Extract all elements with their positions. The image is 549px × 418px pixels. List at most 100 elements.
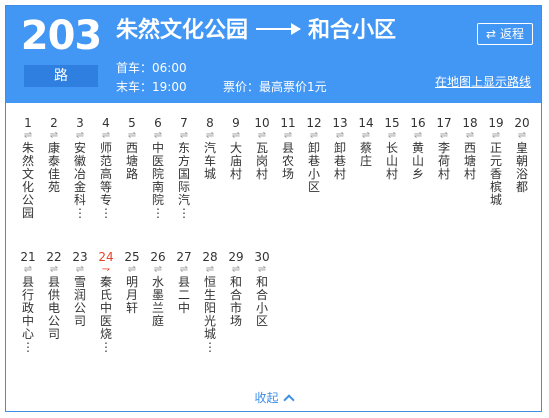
stop-name: 蔡庄 bbox=[359, 141, 372, 168]
stop-index: 7 bbox=[180, 116, 188, 130]
stop-name: 皇朝浴都 bbox=[515, 141, 528, 194]
stop-name: 李荷村 bbox=[437, 141, 450, 181]
bus-stop[interactable]: 19 ⇌ 正元香槟城 bbox=[483, 116, 509, 207]
stop-name: 汽车城 bbox=[203, 141, 216, 181]
bus-stop[interactable]: 30 ⇌ 和合小区 bbox=[249, 250, 275, 328]
stop-index: 29 bbox=[228, 250, 244, 264]
stop-index: 17 bbox=[436, 116, 452, 130]
bus-stop[interactable]: 23 ⇌ 雪润公司 bbox=[67, 250, 93, 328]
stop-name: 瓦岗村 bbox=[255, 141, 268, 181]
stop-index: 1 bbox=[24, 116, 32, 130]
bus-stop[interactable]: 10 ⇌ 瓦岗村 bbox=[249, 116, 275, 181]
return-trip-button[interactable]: ⇄ 返程 bbox=[477, 23, 533, 45]
stop-index: 27 bbox=[176, 250, 192, 264]
bus-stop[interactable]: 21 ⇌ 县行政中心 ⋮ bbox=[15, 250, 41, 354]
stop-index: 10 bbox=[254, 116, 270, 130]
bus-stop[interactable]: 29 ⇌ 和合市场 bbox=[223, 250, 249, 328]
stop-index: 13 bbox=[332, 116, 348, 130]
stop-index: 21 bbox=[20, 250, 36, 264]
stop-name: 卸巷村 bbox=[333, 141, 346, 181]
stop-name: 长山村 bbox=[385, 141, 398, 181]
stop-name: 明月轩 bbox=[125, 275, 138, 315]
stop-name: 朱然文化公园 bbox=[21, 141, 34, 220]
bus-stop[interactable]: 1 ⇌ 朱然文化公园 bbox=[15, 116, 41, 220]
stop-index: 14 bbox=[358, 116, 374, 130]
first-bus-time: 首车：06:00 bbox=[116, 61, 187, 75]
stop-index: 20 bbox=[514, 116, 530, 130]
bus-stop[interactable]: 27 ⇌ 县二中 bbox=[171, 250, 197, 315]
route-number: 203 bbox=[20, 13, 103, 59]
stop-index: 4 bbox=[102, 116, 110, 130]
bus-stop[interactable]: 13 ⇌ 卸巷村 bbox=[327, 116, 353, 181]
bus-stop[interactable]: 28 ⇌ 恒生阳光城 ⋮ bbox=[197, 250, 223, 354]
stop-index: 23 bbox=[72, 250, 88, 264]
bus-stop[interactable]: 12 ⇌ 卸巷小区 bbox=[301, 116, 327, 194]
bus-stop[interactable]: 14 ⇌ 蔡庄 bbox=[353, 116, 379, 168]
stop-name: 和合小区 bbox=[255, 275, 268, 328]
return-trip-label: 返程 bbox=[499, 27, 524, 41]
stop-name: 县行政中心 ⋮ bbox=[21, 275, 34, 354]
stop-name: 正元香槟城 bbox=[489, 141, 502, 207]
bus-stop[interactable]: 4 ⇌ 师范高等专 ⋮ bbox=[93, 116, 119, 220]
stop-index: 18 bbox=[462, 116, 478, 130]
bus-stop[interactable]: 22 ⇌ 县供电公司 bbox=[41, 250, 67, 341]
bus-stop[interactable]: 26 ⇌ 水墨兰庭 bbox=[145, 250, 171, 328]
route-header: 203 路 朱然文化公园 和合小区 ⇄ 返程 首车：06:00 末车：19:00 … bbox=[6, 6, 541, 103]
route-destination: 和合小区 bbox=[308, 18, 397, 43]
collapse-label: 收起 bbox=[254, 391, 279, 405]
bus-stop[interactable]: 5 ⇌ 西塘路 bbox=[119, 116, 145, 181]
stop-name: 师范高等专 ⋮ bbox=[99, 141, 112, 220]
route-unit-badge: 路 bbox=[24, 65, 98, 87]
stop-index: 25 bbox=[124, 250, 140, 264]
stop-index: 28 bbox=[202, 250, 218, 264]
stop-index: 26 bbox=[150, 250, 166, 264]
stop-name: 县二中 bbox=[177, 275, 190, 315]
bus-stop[interactable]: 11 ⇌ 县农场 bbox=[275, 116, 301, 181]
bus-stop[interactable]: 9 ⇌ 大庙村 bbox=[223, 116, 249, 181]
stop-index: 8 bbox=[206, 116, 214, 130]
stop-index: 6 bbox=[154, 116, 162, 130]
route-title: 朱然文化公园 和合小区 bbox=[116, 16, 396, 46]
bus-stop[interactable]: 17 ⇌ 李荷村 bbox=[431, 116, 457, 181]
bus-stop[interactable]: 2 ⇌ 康泰佳苑 bbox=[41, 116, 67, 194]
fare-info: 票价：最高票价1元 bbox=[223, 80, 327, 94]
stop-name: 康泰佳苑 bbox=[47, 141, 60, 194]
stop-name: 黄山乡 bbox=[411, 141, 424, 181]
stop-index: 22 bbox=[46, 250, 62, 264]
bus-stop[interactable]: 25 ⇌ 明月轩 bbox=[119, 250, 145, 315]
stop-name: 大庙村 bbox=[229, 141, 242, 181]
bus-stop[interactable]: 7 ⇌ 东方国际汽 ⋮ bbox=[171, 116, 197, 220]
stop-name: 西塘村 bbox=[463, 141, 476, 181]
stop-name: 西塘路 bbox=[125, 141, 138, 181]
collapse-button[interactable]: 收起 bbox=[6, 389, 541, 406]
bus-stop[interactable]: 3 ⇌ 安徽冶金科 ⋮ bbox=[67, 116, 93, 220]
bus-stop[interactable]: 16 ⇌ 黄山乡 bbox=[405, 116, 431, 181]
show-route-on-map-link[interactable]: 在地图上显示路线 bbox=[435, 74, 531, 90]
bus-stop[interactable]: 15 ⇌ 长山村 bbox=[379, 116, 405, 181]
stop-name: 安徽冶金科 ⋮ bbox=[73, 141, 86, 220]
stop-index: 11 bbox=[280, 116, 296, 130]
bus-stop[interactable]: 8 ⇌ 汽车城 bbox=[197, 116, 223, 181]
stop-index: 2 bbox=[50, 116, 58, 130]
stop-index: 30 bbox=[254, 250, 270, 264]
stop-name: 和合市场 bbox=[229, 275, 242, 328]
stop-index: 24 bbox=[98, 250, 114, 264]
stop-index: 3 bbox=[76, 116, 84, 130]
stop-name: 东方国际汽 ⋮ bbox=[177, 141, 190, 220]
stop-name: 水墨兰庭 bbox=[151, 275, 164, 328]
bus-stop[interactable]: 18 ⇌ 西塘村 bbox=[457, 116, 483, 181]
bus-stop[interactable]: 6 ⇌ 中医院南院 ⋮ bbox=[145, 116, 171, 220]
stop-name: 中医院南院 ⋮ bbox=[151, 141, 164, 220]
bus-stop[interactable]: 20 ⇌ 皇朝浴都 bbox=[509, 116, 535, 194]
stop-name: 卸巷小区 bbox=[307, 141, 320, 194]
bus-route-card: 203 路 朱然文化公园 和合小区 ⇄ 返程 首车：06:00 末车：19:00 … bbox=[5, 5, 542, 412]
stop-name: 县农场 bbox=[281, 141, 294, 181]
chevron-up-icon bbox=[282, 394, 295, 406]
stop-index: 16 bbox=[410, 116, 426, 130]
stop-index: 12 bbox=[306, 116, 322, 130]
last-bus-time: 末车：19:00 bbox=[116, 80, 187, 94]
bus-stop[interactable]: 24 ⇁ 秦氏中医烧 ⋮ bbox=[93, 250, 119, 354]
stop-name: 恒生阳光城 ⋮ bbox=[203, 275, 216, 354]
stop-index: 9 bbox=[232, 116, 240, 130]
stop-name: 秦氏中医烧 ⋮ bbox=[99, 275, 112, 354]
